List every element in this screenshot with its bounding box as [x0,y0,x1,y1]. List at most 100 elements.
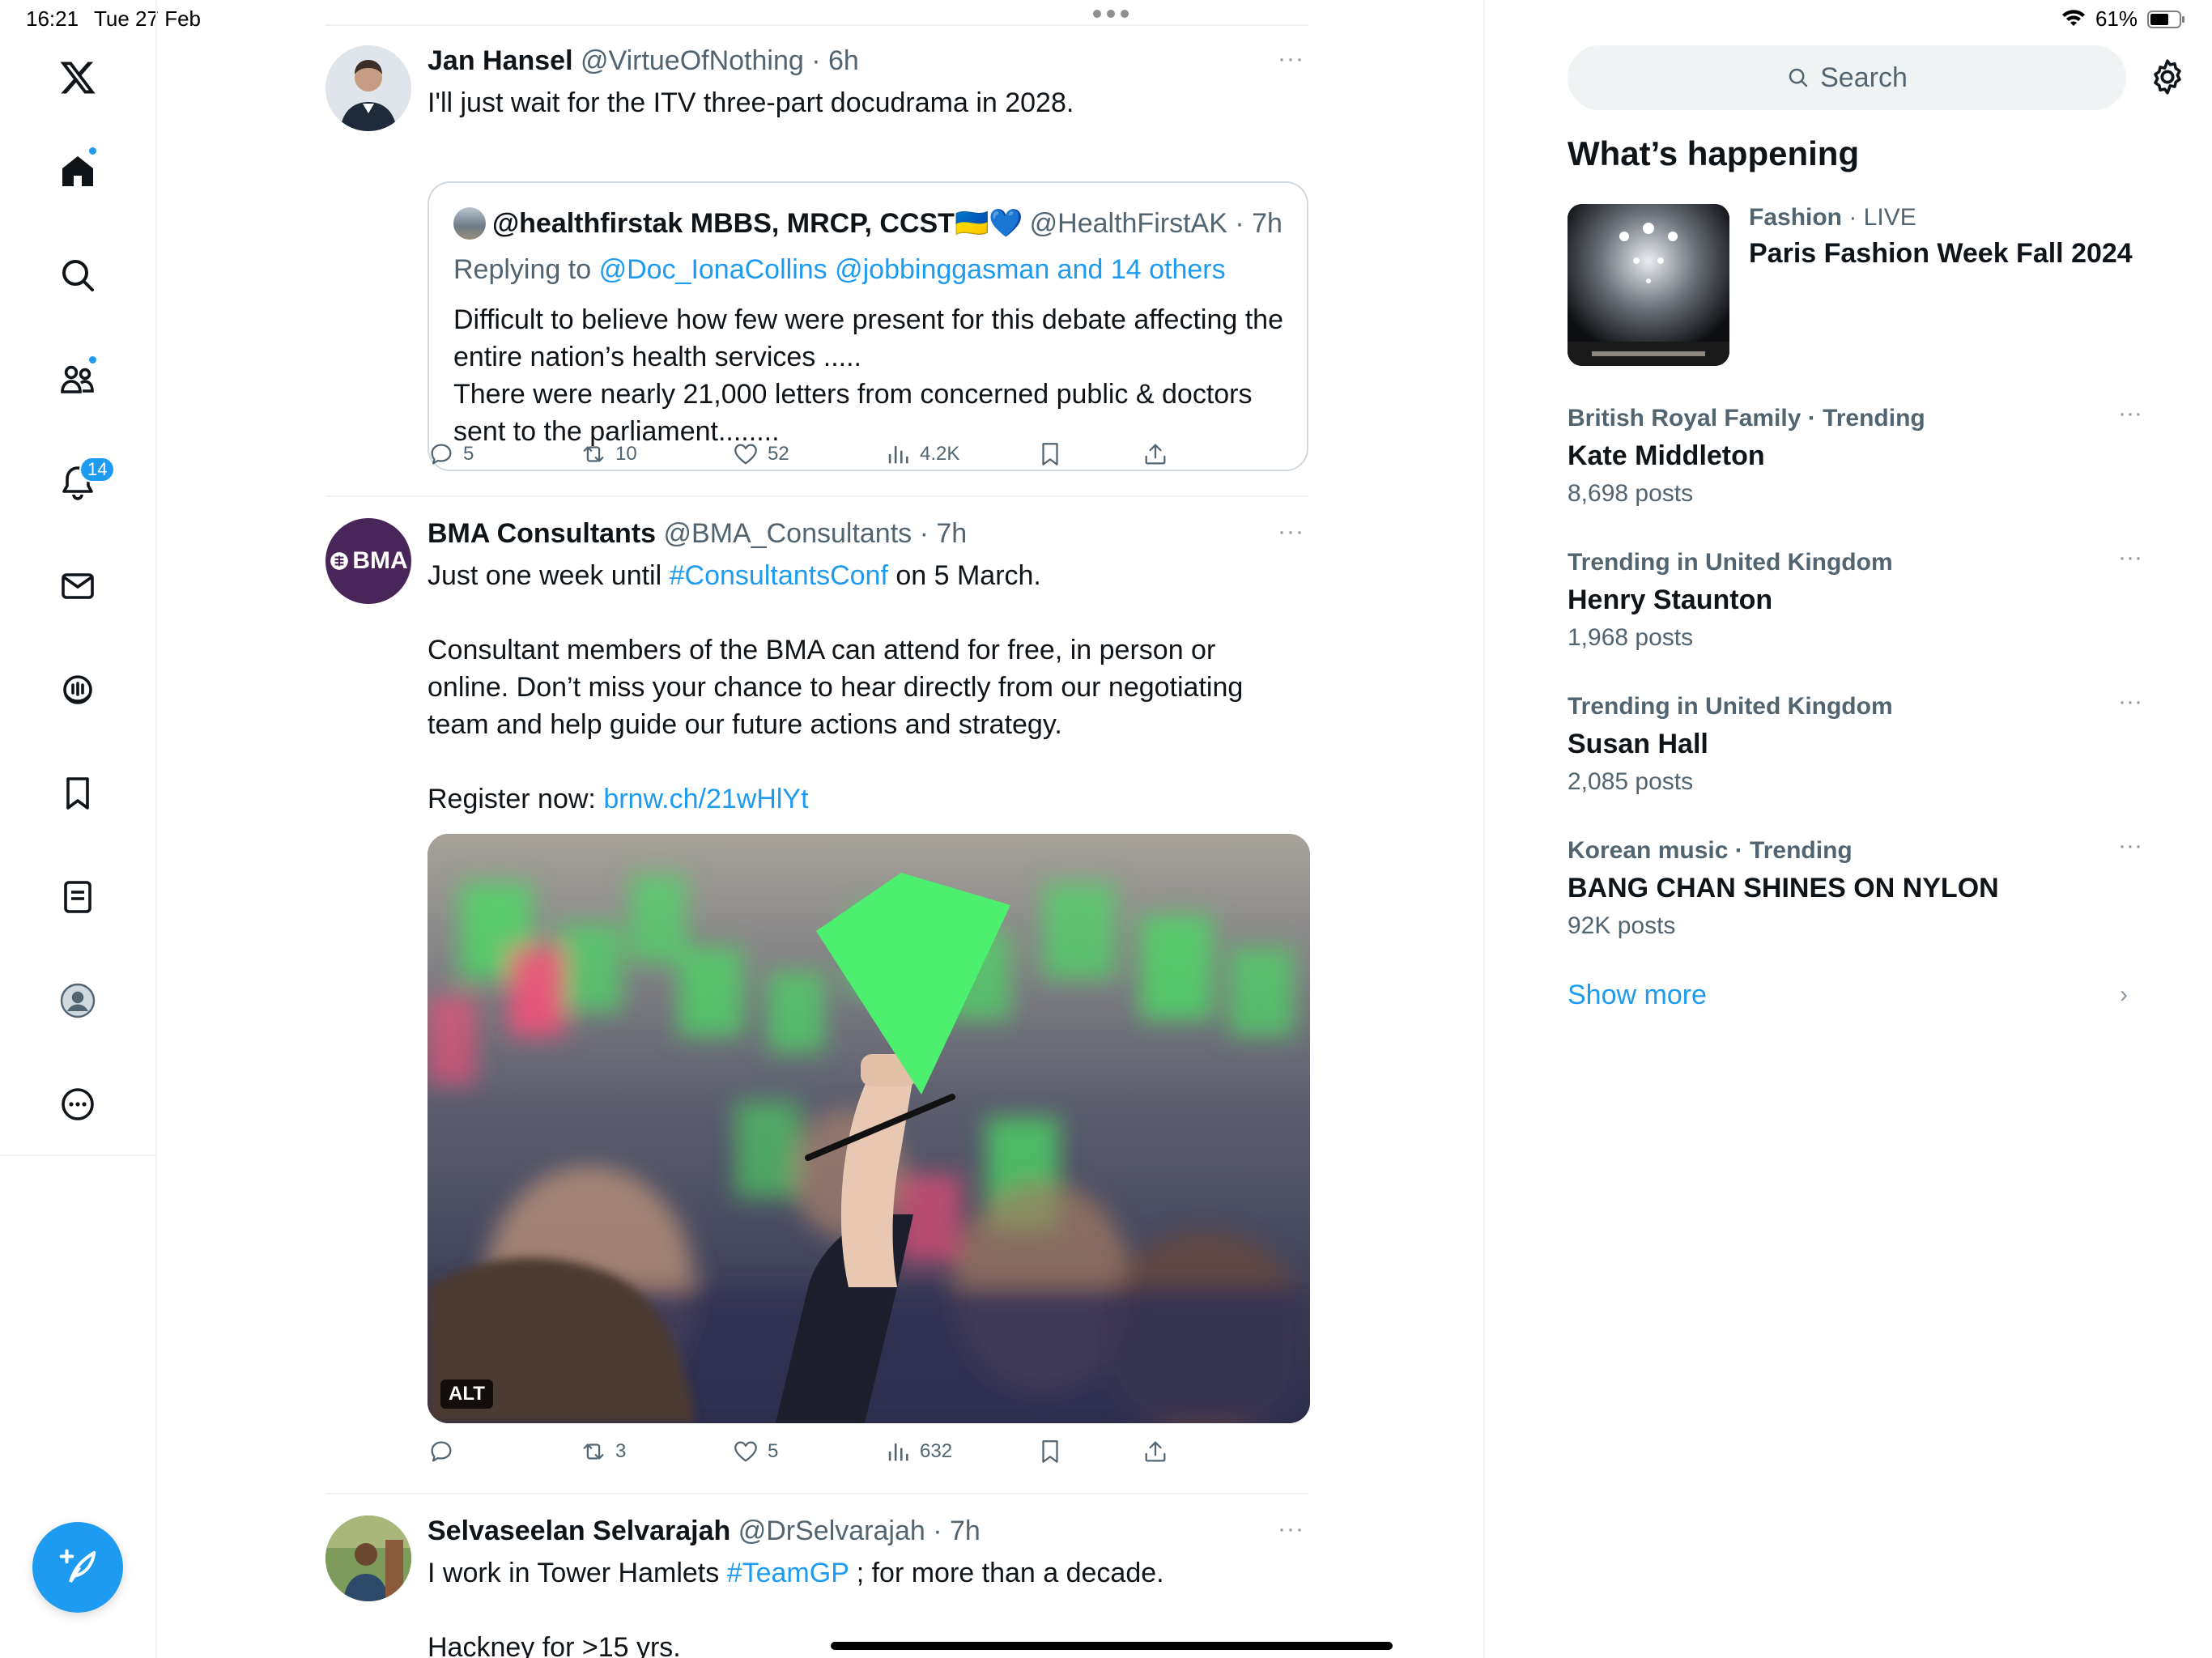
trend-post-count: 92K posts [1568,912,1676,939]
repost-icon [583,446,604,462]
compose-button[interactable] [32,1522,123,1613]
featured-category: Fashion [1749,204,1843,231]
communities-icon[interactable] [45,346,110,411]
lists-icon[interactable] [45,865,110,929]
tweet-selvaseelan-selvarajah[interactable]: Selvaseelan Selvarajah @DrSelvarajah · 7… [325,1516,1308,1658]
hashtag-link[interactable]: #TeamGP [727,1558,849,1588]
bookmark-icon [1042,443,1058,466]
left-nav: 14 [0,0,157,1658]
reply-prefix: Replying to [453,254,592,285]
right-sidebar: Search What’s happening Fashion · LIVE P… [1483,0,2212,1658]
views-button[interactable]: 632 [884,1438,952,1465]
settings-gear-icon[interactable] [2147,57,2188,97]
profile-avatar-icon[interactable] [45,968,110,1033]
trend-more-button[interactable]: ··· [2118,688,2142,716]
views-button[interactable]: 4.2K [884,440,959,468]
share-button[interactable] [1142,1438,1169,1465]
trend-context: Trending in United Kingdom [1568,549,1893,576]
avatar[interactable] [325,45,411,131]
view-count: 4.2K [920,443,960,465]
runway-photo [1568,204,1729,366]
hashtag-link[interactable]: #ConsultantsConf [670,560,888,591]
trend-more-button[interactable]: ··· [2118,544,2142,572]
avatar[interactable] [325,1516,411,1601]
featured-trend-title[interactable]: Paris Fashion Week Fall 2024 [1749,238,2133,270]
tweet-jan-hansel[interactable]: Jan Hansel @VirtueOfNothing · 6h ··· I'l… [325,45,1308,495]
repost-icon [583,1443,604,1460]
reply-to-links[interactable]: @Doc_IonaCollins @jobbinggasman and 14 o… [599,254,1226,285]
views-chart-icon [888,446,908,464]
featured-trend-image[interactable] [1568,204,1729,366]
trend-more-button[interactable]: ··· [2118,832,2142,860]
featured-trend-category: Fashion · LIVE [1749,204,1916,232]
more-options-icon[interactable] [45,1072,110,1137]
trend-title: BANG CHAN SHINES ON NYLON [1568,873,1999,903]
tweet-bma-consultants[interactable]: BMA BMA Consultants @BMA_Consultants · 7… [325,518,1310,1486]
reply-button[interactable]: 5 [428,440,474,468]
chevron-right-icon[interactable]: › [2120,981,2128,1009]
tweet-text: Just one week until #ConsultantsConf on … [428,557,1302,818]
reply-icon [431,1441,452,1462]
quoted-tweet[interactable]: @healthfirstak MBBS, MRCP, CCST🇺🇦💙 @Heal… [428,181,1308,471]
home-indicator[interactable] [831,1642,1393,1650]
author-name[interactable]: Selvaseelan Selvarajah [428,1516,730,1546]
avatar[interactable]: BMA [325,518,411,604]
text-part-b: ; for more than a decade. [849,1558,1164,1588]
notifications-badge: 14 [79,457,116,483]
quoted-avatar [453,207,486,240]
messages-icon[interactable] [45,554,110,619]
bookmarks-icon[interactable] [45,761,110,826]
trend-item[interactable]: Trending in United Kingdom Henry Staunto… [1568,544,2150,652]
tweet-header: Jan Hansel @VirtueOfNothing · 6h [428,45,859,77]
author-handle-time[interactable]: @VirtueOfNothing · 6h [581,45,859,76]
tweet-media-image[interactable]: ALT [428,834,1310,1423]
search-icon[interactable] [45,243,110,308]
like-button[interactable]: 5 [732,1438,778,1465]
quoted-handle-time: @HealthFirstAK · 7h [1029,207,1283,239]
search-input[interactable]: Search [1568,45,2126,110]
register-link[interactable]: brnw.ch/21wHlYt [603,784,808,814]
author-handle-time[interactable]: @DrSelvarajah · 7h [738,1516,981,1546]
author-name[interactable]: Jan Hansel [428,45,573,76]
author-handle-time[interactable]: @BMA_Consultants · 7h [664,518,968,549]
share-button[interactable] [1142,440,1169,468]
home-unread-dot [87,146,98,156]
trend-item[interactable]: Trending in United Kingdom Susan Hall 2,… [1568,688,2150,796]
trend-item[interactable]: Korean music · Trending BANG CHAN SHINES… [1568,832,2150,940]
timeline: Jan Hansel @VirtueOfNothing · 6h ··· I'l… [325,0,1310,1658]
trend-post-count: 2,085 posts [1568,768,1694,795]
share-icon [1145,1441,1166,1462]
text-part-b: on 5 March. [887,560,1041,591]
text-part-a: I work in Tower Hamlets [428,1558,727,1588]
avatar-photo-icon [325,1516,411,1601]
compose-feather-icon [59,1549,96,1584]
bookmark-button[interactable] [1036,440,1064,468]
whats-happening-title: What’s happening [1568,134,1860,172]
alt-text-badge[interactable]: ALT [440,1380,493,1409]
author-name[interactable]: BMA Consultants [428,518,656,549]
heart-icon [734,444,757,465]
repost-count: 3 [615,1440,627,1462]
tweet-more-button[interactable]: ··· [1278,518,1304,546]
bma-logo: BMA [329,547,408,575]
x-logo-icon[interactable] [45,45,110,110]
views-chart-icon [888,1443,908,1461]
quoted-text: Difficult to believe how few were presen… [453,301,1287,450]
tweet-header: BMA Consultants @BMA_Consultants · 7h [428,518,967,550]
reply-button[interactable] [428,1438,463,1465]
trend-more-button[interactable]: ··· [2118,400,2142,427]
tweet-more-button[interactable]: ··· [1278,1516,1304,1543]
repost-button[interactable]: 10 [580,440,637,468]
repost-button[interactable]: 3 [580,1438,626,1465]
bookmark-button[interactable] [1036,1438,1064,1465]
spaces-icon[interactable] [45,657,110,722]
bma-logo-text: BMA [352,547,408,574]
home-icon[interactable] [45,139,110,204]
trend-item[interactable]: British Royal Family · Trending Kate Mid… [1568,400,2150,508]
featured-live: · LIVE [1842,204,1916,231]
like-button[interactable]: 52 [732,440,789,468]
tweet-more-button[interactable]: ··· [1278,45,1304,73]
show-more-link[interactable]: Show more [1568,980,1707,1011]
trend-post-count: 1,968 posts [1568,624,1694,651]
search-placeholder: Search [1820,62,1908,93]
